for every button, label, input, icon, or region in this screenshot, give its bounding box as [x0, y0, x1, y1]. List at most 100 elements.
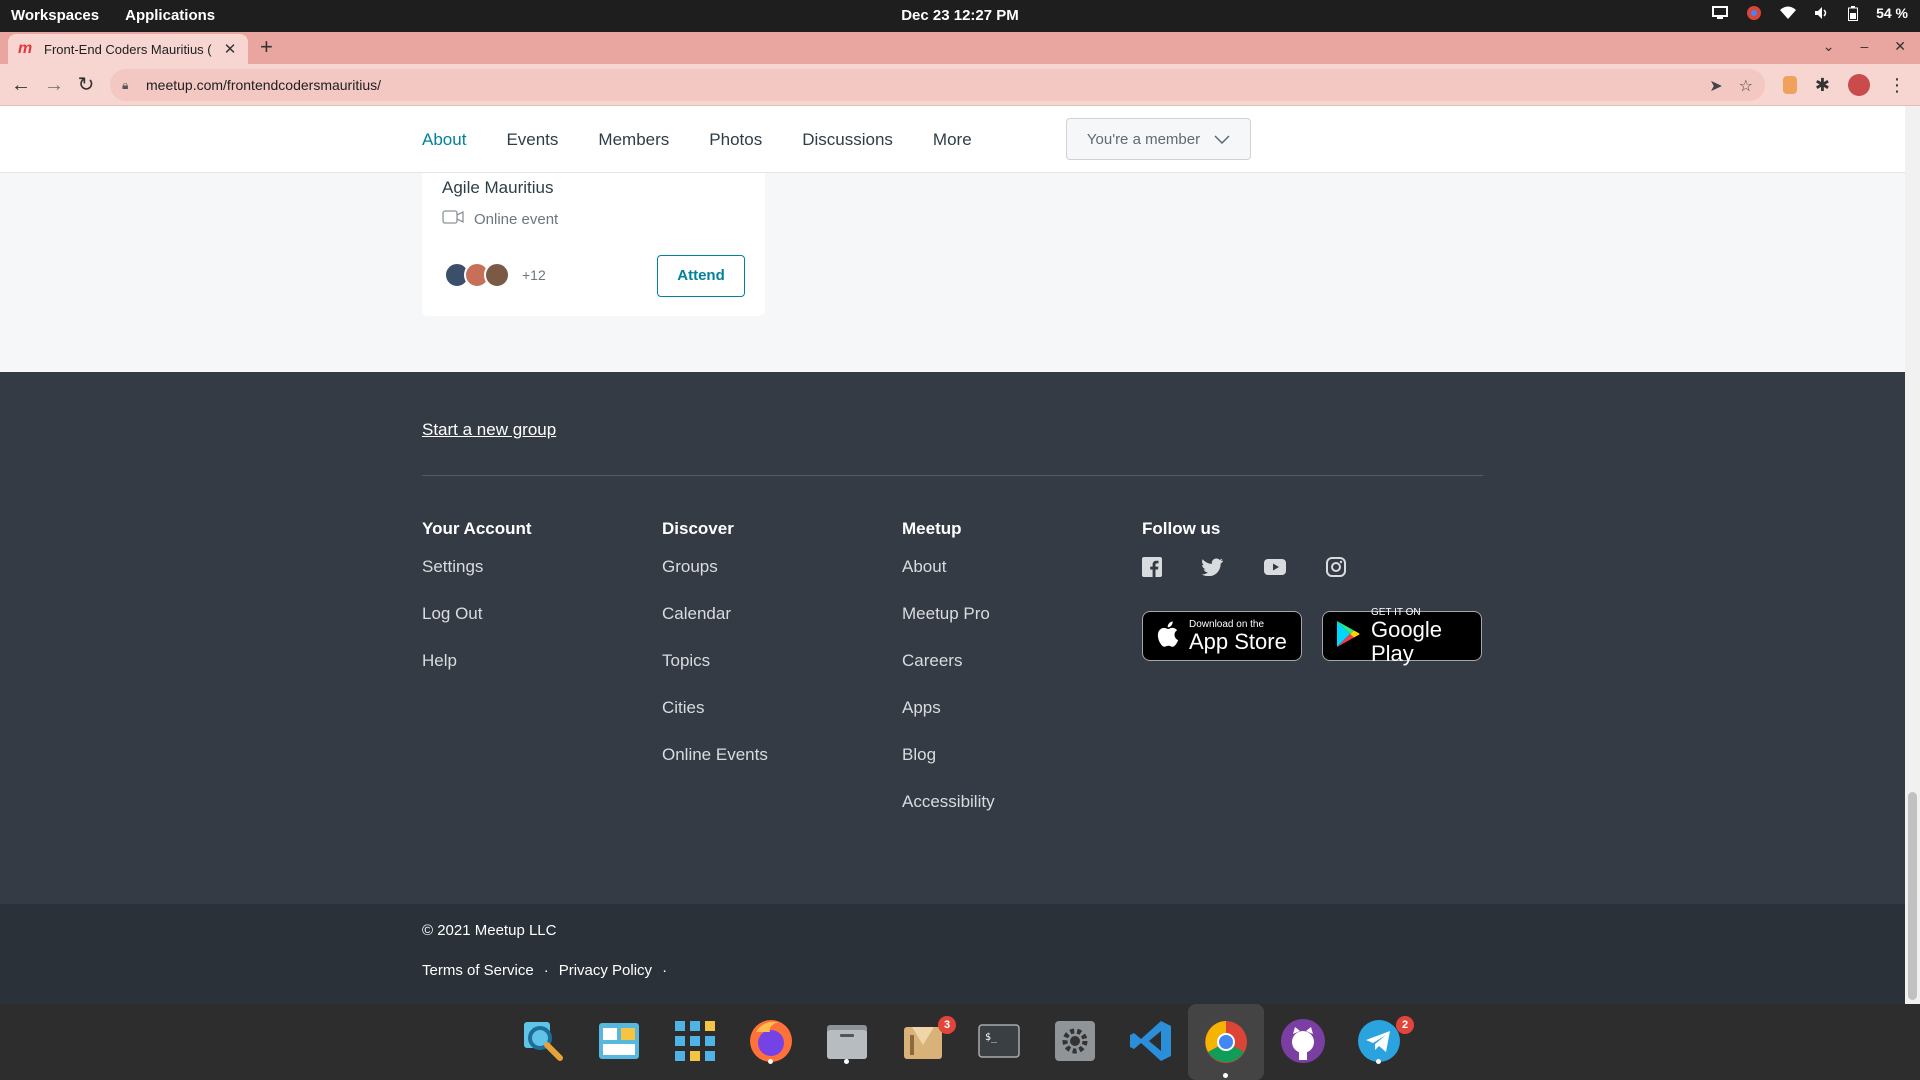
tab-search-icon[interactable]: ⌄	[1823, 38, 1835, 55]
avatar	[484, 262, 510, 288]
footer-link-cities[interactable]: Cities	[662, 698, 768, 745]
app-store-badge[interactable]: Download on the App Store	[1142, 611, 1302, 661]
privacy-policy-link[interactable]: Privacy Policy	[559, 962, 652, 979]
footer-link-apps[interactable]: Apps	[902, 698, 995, 745]
send-icon[interactable]: ➤	[1709, 76, 1722, 96]
terms-of-service-link[interactable]: Terms of Service	[422, 962, 534, 979]
settings-gear-icon[interactable]	[1050, 1016, 1100, 1066]
video-camera-icon	[442, 210, 464, 228]
facebook-icon[interactable]	[1142, 557, 1162, 577]
archive-manager-icon[interactable]: 3	[898, 1016, 956, 1066]
tab-more[interactable]: More	[933, 130, 972, 150]
back-icon[interactable]: ←	[9, 73, 33, 97]
event-group-name: Agile Mauritius	[442, 178, 554, 197]
browser-toolbar: ← → ↻ 🔒︎ meetup.com/frontendcodersmaurit…	[0, 64, 1920, 106]
event-location: Online event	[474, 210, 559, 228]
terminal-icon[interactable]: $_	[974, 1016, 1024, 1066]
workspaces-menu[interactable]: Workspaces	[11, 7, 99, 24]
membership-label: You're a member	[1086, 130, 1201, 148]
close-tab-icon[interactable]: ✕	[222, 40, 238, 58]
clock[interactable]: Dec 23 12:27 PM	[901, 7, 1019, 24]
footer-column-account: Your Account Settings Log Out Help	[422, 519, 532, 698]
footer-link-settings[interactable]: Settings	[422, 557, 532, 604]
lock-icon[interactable]: 🔒︎	[122, 78, 136, 93]
workspace-switcher-icon[interactable]	[594, 1016, 644, 1066]
browser-menu-icon[interactable]: ⋮	[1888, 75, 1906, 96]
membership-dropdown[interactable]: You're a member	[1066, 118, 1251, 160]
profile-avatar[interactable]	[1848, 74, 1870, 96]
minimize-icon[interactable]: –	[1860, 38, 1868, 55]
footer-column-discover: Discover Groups Calendar Topics Cities O…	[662, 519, 768, 792]
footer-link-logout[interactable]: Log Out	[422, 604, 532, 651]
google-play-badge[interactable]: GET IT ON Google Play	[1322, 607, 1482, 665]
files-icon[interactable]	[822, 1016, 872, 1066]
vscode-icon[interactable]	[1126, 1016, 1176, 1066]
notification-badge: 3	[938, 1016, 956, 1034]
applications-menu[interactable]: Applications	[125, 7, 215, 24]
page-content: About Events Members Photos Discussions …	[0, 106, 1905, 1004]
tab-events[interactable]: Events	[506, 130, 558, 150]
footer-link-about[interactable]: About	[902, 557, 995, 604]
tab-strip: m Front-End Coders Mauritius ( ✕	[0, 32, 1920, 64]
app-store-big-text: App Store	[1189, 628, 1287, 654]
volume-icon[interactable]	[1814, 6, 1830, 20]
reload-icon[interactable]: ↻	[74, 73, 98, 97]
running-indicator	[1376, 1059, 1381, 1064]
github-desktop-icon[interactable]	[1278, 1016, 1328, 1066]
footer-link-careers[interactable]: Careers	[902, 651, 995, 698]
tab-photos[interactable]: Photos	[709, 130, 762, 150]
telegram-icon[interactable]: 2	[1354, 1016, 1414, 1066]
footer-link-help[interactable]: Help	[422, 651, 532, 698]
scrollbar-thumb[interactable]	[1908, 792, 1917, 1000]
footer-link-calendar[interactable]: Calendar	[662, 604, 768, 651]
search-app-icon[interactable]	[518, 1016, 568, 1066]
battery-icon[interactable]	[1848, 5, 1859, 21]
address-bar[interactable]: 🔒︎ meetup.com/frontendcodersmauritius/ ➤…	[110, 69, 1765, 101]
wifi-icon[interactable]	[1780, 6, 1797, 20]
footer-column-follow: Follow us Download on the App Store GET …	[1142, 519, 1482, 665]
google-play-icon	[1335, 620, 1361, 653]
tab-about[interactable]: About	[422, 130, 466, 150]
running-indicator	[1223, 1073, 1228, 1078]
browser-tab[interactable]: m Front-End Coders Mauritius ( ✕	[8, 34, 248, 64]
firefox-icon[interactable]	[746, 1016, 796, 1066]
footer-column-meetup: Meetup About Meetup Pro Careers Apps Blo…	[902, 519, 995, 839]
copyright-text: © 2021 Meetup LLC	[422, 922, 557, 939]
chrome-tray-icon[interactable]	[1746, 5, 1762, 21]
forward-icon[interactable]: →	[42, 73, 66, 97]
app-store-small-text: Download on the	[1189, 618, 1265, 630]
footer-link-meetup-pro[interactable]: Meetup Pro	[902, 604, 995, 651]
meetup-favicon-icon: m	[18, 40, 33, 57]
footer-link-topics[interactable]: Topics	[662, 651, 768, 698]
screen-icon[interactable]	[1712, 6, 1729, 20]
google-play-big-text: Google Play	[1371, 616, 1442, 666]
footer-link-accessibility[interactable]: Accessibility	[902, 792, 995, 839]
youtube-icon[interactable]	[1264, 559, 1286, 575]
footer-link-blog[interactable]: Blog	[902, 745, 995, 792]
instagram-icon[interactable]	[1326, 557, 1346, 577]
close-window-icon[interactable]: ✕	[1894, 38, 1906, 55]
legal-footer: © 2021 Meetup LLC Terms of Service · Pri…	[0, 904, 1905, 1004]
bookmark-star-icon[interactable]: ☆	[1739, 76, 1753, 96]
footer-link-groups[interactable]: Groups	[662, 557, 768, 604]
tab-members[interactable]: Members	[598, 130, 669, 150]
attend-button[interactable]: Attend	[657, 255, 745, 297]
start-new-group-link[interactable]: Start a new group	[422, 420, 556, 440]
app-grid-icon[interactable]	[670, 1016, 720, 1066]
tab-discussions[interactable]: Discussions	[802, 130, 893, 150]
extension-icon[interactable]	[1782, 76, 1797, 94]
group-subnav: About Events Members Photos Discussions …	[0, 106, 1905, 173]
site-footer: Start a new group Your Account Settings …	[0, 372, 1905, 904]
new-tab-icon[interactable]: +	[260, 36, 273, 58]
separator-dot: ·	[543, 962, 549, 979]
apple-icon	[1155, 620, 1179, 653]
footer-heading: Your Account	[422, 519, 532, 538]
chrome-dock-icon[interactable]	[1188, 1004, 1264, 1080]
footer-link-online-events[interactable]: Online Events	[662, 745, 768, 792]
twitter-icon[interactable]	[1202, 558, 1224, 576]
attendee-avatars[interactable]: +12	[444, 262, 546, 288]
battery-percent: 54 %	[1876, 5, 1908, 21]
footer-heading: Follow us	[1142, 519, 1221, 538]
extensions-puzzle-icon[interactable]: ✱	[1815, 75, 1830, 96]
svg-text:$_: $_	[985, 1032, 998, 1043]
